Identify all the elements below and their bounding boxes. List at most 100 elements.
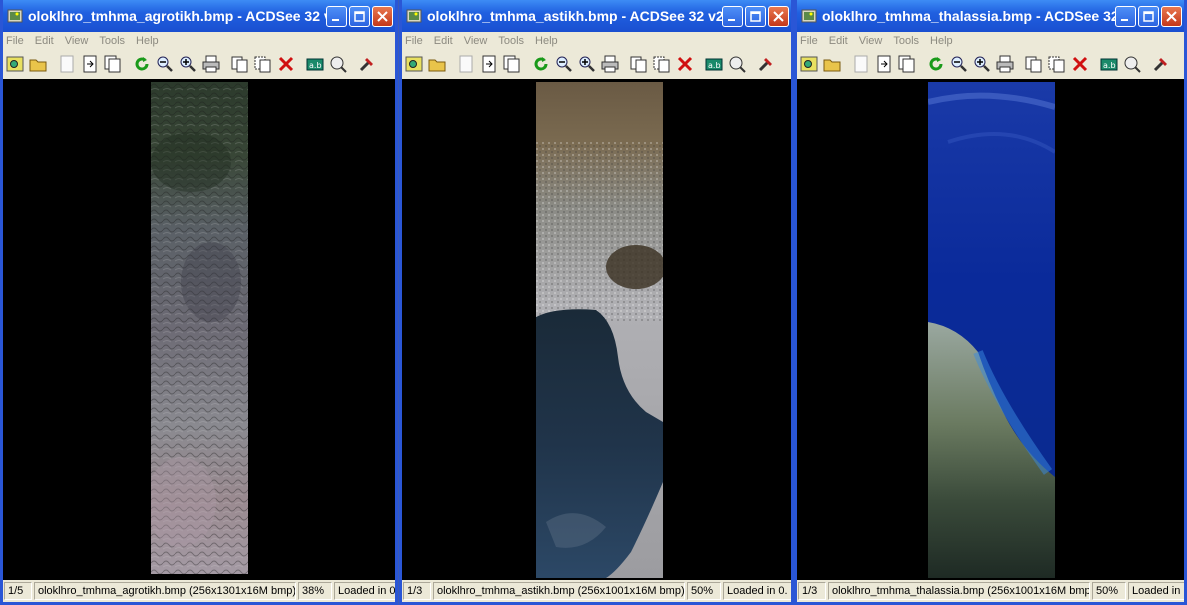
rotate-icon[interactable] bbox=[531, 54, 551, 74]
open-icon[interactable] bbox=[28, 54, 48, 74]
properties-icon[interactable] bbox=[328, 54, 348, 74]
status-index: 1/3 bbox=[798, 582, 826, 600]
zoom-in-icon[interactable] bbox=[178, 54, 198, 74]
properties-icon[interactable] bbox=[727, 54, 747, 74]
menu-view[interactable]: View bbox=[859, 35, 883, 47]
previous-icon[interactable] bbox=[456, 54, 476, 74]
maximize-button[interactable] bbox=[745, 5, 766, 27]
move-icon[interactable] bbox=[253, 54, 273, 74]
title-bar[interactable]: oloklhro_tmhma_agrotikh.bmp - ACDSee 32 … bbox=[3, 0, 395, 32]
copy-icon[interactable] bbox=[629, 54, 649, 74]
rotate-icon[interactable] bbox=[132, 54, 152, 74]
satellite-image-urban bbox=[536, 82, 663, 578]
rename-icon[interactable]: a.b bbox=[1099, 54, 1119, 74]
zoom-in-icon[interactable] bbox=[577, 54, 597, 74]
print-icon[interactable] bbox=[600, 54, 620, 74]
fullscreen-icon[interactable] bbox=[897, 54, 917, 74]
delete-icon[interactable] bbox=[1070, 54, 1090, 74]
svg-text:a.b: a.b bbox=[708, 61, 721, 70]
close-icon bbox=[377, 10, 388, 22]
menu-help[interactable]: Help bbox=[136, 35, 159, 47]
menu-help[interactable]: Help bbox=[535, 35, 558, 47]
rename-icon[interactable]: a.b bbox=[704, 54, 724, 74]
print-icon[interactable] bbox=[995, 54, 1015, 74]
status-zoom: 50% bbox=[1092, 582, 1126, 600]
menu-edit[interactable]: Edit bbox=[829, 35, 848, 47]
rotate-icon[interactable] bbox=[926, 54, 946, 74]
menu-file[interactable]: File bbox=[405, 35, 423, 47]
maximize-button[interactable] bbox=[1138, 5, 1159, 27]
fullscreen-icon[interactable] bbox=[502, 54, 522, 74]
acdsee-app-icon bbox=[406, 9, 422, 23]
window-title: oloklhro_tmhma_astikh.bmp - ACDSee 32 v2… bbox=[427, 8, 722, 24]
delete-icon[interactable] bbox=[675, 54, 695, 74]
properties-icon[interactable] bbox=[1122, 54, 1142, 74]
status-load-time: Loaded in 0. bbox=[723, 582, 791, 600]
delete-icon[interactable] bbox=[276, 54, 296, 74]
close-button[interactable] bbox=[768, 5, 789, 27]
status-load-time: Loaded in bbox=[1128, 582, 1184, 600]
minimize-icon bbox=[1121, 18, 1128, 21]
browse-icon[interactable] bbox=[5, 54, 25, 74]
fullscreen-icon[interactable] bbox=[103, 54, 123, 74]
minimize-button[interactable] bbox=[1115, 5, 1136, 27]
previous-icon[interactable] bbox=[57, 54, 77, 74]
menu-file[interactable]: File bbox=[800, 35, 818, 47]
menu-view[interactable]: View bbox=[464, 35, 488, 47]
minimize-button[interactable] bbox=[326, 5, 347, 27]
acdsee-window-astikh: oloklhro_tmhma_astikh.bmp - ACDSee 32 v2… bbox=[399, 0, 794, 605]
browse-icon[interactable] bbox=[799, 54, 819, 74]
toolbar: a.b bbox=[402, 49, 791, 80]
acdsee-app-icon bbox=[801, 9, 817, 23]
image-viewer[interactable] bbox=[797, 79, 1184, 580]
next-icon[interactable] bbox=[874, 54, 894, 74]
menu-tools[interactable]: Tools bbox=[498, 35, 524, 47]
menu-help[interactable]: Help bbox=[930, 35, 953, 47]
minimize-button[interactable] bbox=[722, 5, 743, 27]
zoom-out-icon[interactable] bbox=[554, 54, 574, 74]
copy-icon[interactable] bbox=[230, 54, 250, 74]
next-icon[interactable] bbox=[479, 54, 499, 74]
acdsee-window-agrotikh: oloklhro_tmhma_agrotikh.bmp - ACDSee 32 … bbox=[0, 0, 398, 605]
status-load-time: Loaded in 0 bbox=[334, 582, 395, 600]
tools-icon[interactable] bbox=[756, 54, 776, 74]
browse-icon[interactable] bbox=[404, 54, 424, 74]
tools-icon[interactable] bbox=[357, 54, 377, 74]
move-icon[interactable] bbox=[652, 54, 672, 74]
menu-edit[interactable]: Edit bbox=[434, 35, 453, 47]
move-icon[interactable] bbox=[1047, 54, 1067, 74]
next-icon[interactable] bbox=[80, 54, 100, 74]
open-icon[interactable] bbox=[822, 54, 842, 74]
toolbar: a.b bbox=[3, 49, 395, 80]
close-button[interactable] bbox=[372, 5, 393, 27]
copy-icon[interactable] bbox=[1024, 54, 1044, 74]
zoom-in-icon[interactable] bbox=[972, 54, 992, 74]
menu-tools[interactable]: Tools bbox=[893, 35, 919, 47]
image-viewer[interactable] bbox=[402, 79, 791, 580]
zoom-out-icon[interactable] bbox=[949, 54, 969, 74]
previous-icon[interactable] bbox=[851, 54, 871, 74]
toolbar: a.b bbox=[797, 49, 1184, 80]
window-title: oloklhro_tmhma_thalassia.bmp - ACDSee 32… bbox=[822, 8, 1115, 24]
open-icon[interactable] bbox=[427, 54, 447, 74]
rename-icon[interactable]: a.b bbox=[305, 54, 325, 74]
print-icon[interactable] bbox=[201, 54, 221, 74]
image-viewer[interactable] bbox=[3, 79, 395, 580]
menu-edit[interactable]: Edit bbox=[35, 35, 54, 47]
status-zoom: 50% bbox=[687, 582, 721, 600]
menu-tools[interactable]: Tools bbox=[99, 35, 125, 47]
maximize-button[interactable] bbox=[349, 5, 370, 27]
status-bar: 1/5 oloklhro_tmhma_agrotikh.bmp (256x130… bbox=[3, 580, 395, 602]
menu-view[interactable]: View bbox=[65, 35, 89, 47]
menu-file[interactable]: File bbox=[6, 35, 24, 47]
maximize-icon bbox=[750, 10, 761, 22]
zoom-out-icon[interactable] bbox=[155, 54, 175, 74]
title-bar[interactable]: oloklhro_tmhma_astikh.bmp - ACDSee 32 v2… bbox=[402, 0, 791, 32]
title-bar[interactable]: oloklhro_tmhma_thalassia.bmp - ACDSee 32… bbox=[797, 0, 1184, 32]
minimize-icon bbox=[332, 18, 339, 21]
close-button[interactable] bbox=[1161, 5, 1182, 27]
status-zoom: 38% bbox=[298, 582, 332, 600]
close-icon bbox=[773, 10, 784, 22]
status-file-info: oloklhro_tmhma_astikh.bmp (256x1001x16M … bbox=[433, 582, 685, 600]
tools-icon[interactable] bbox=[1151, 54, 1171, 74]
